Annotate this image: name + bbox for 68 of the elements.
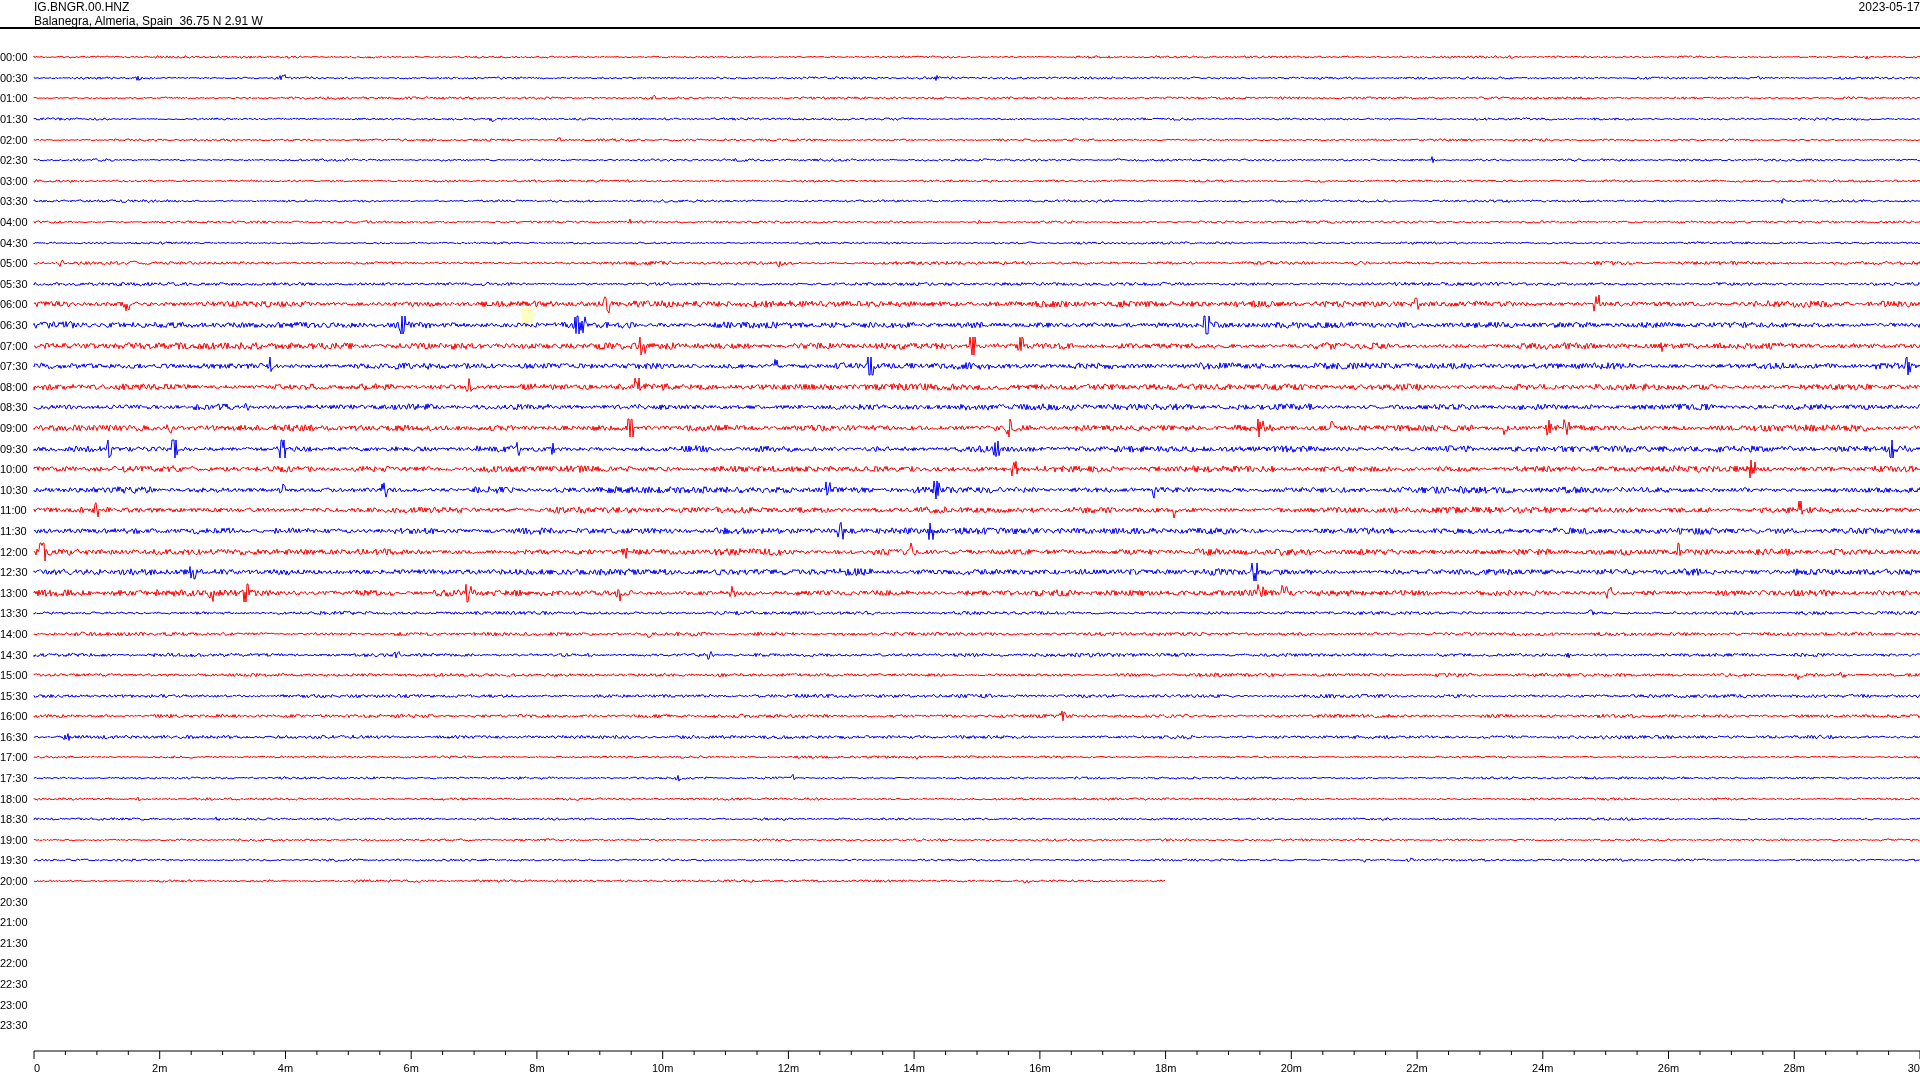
time-label: 12:00: [0, 545, 29, 558]
time-label: 17:00: [0, 751, 29, 764]
time-label: 21:30: [0, 936, 29, 949]
axis-label: 20m: [1280, 1061, 1303, 1074]
time-label: 11:30: [0, 524, 28, 537]
axis-label: 2m: [152, 1061, 168, 1074]
time-label: 06:00: [0, 298, 29, 311]
time-label: 19:00: [0, 833, 29, 846]
time-label: 05:00: [0, 257, 29, 270]
time-label: 08:30: [0, 401, 29, 414]
time-label: 14:00: [0, 627, 29, 640]
time-label: 03:30: [0, 195, 29, 208]
time-label: 21:00: [0, 916, 29, 929]
time-label: 14:30: [0, 648, 29, 661]
time-label: 04:30: [0, 236, 29, 249]
axis-label: 6m: [403, 1061, 419, 1074]
time-label: 03:00: [0, 174, 29, 187]
time-label: 22:30: [0, 978, 29, 990]
time-label: 18:00: [0, 792, 29, 805]
time-label: 05:30: [0, 277, 29, 290]
time-label: 20:00: [0, 875, 29, 888]
time-label: 10:30: [0, 483, 29, 496]
time-label: 23:30: [0, 1019, 29, 1032]
time-label: 13:30: [0, 607, 29, 620]
axis-label: 16m: [1029, 1061, 1051, 1074]
time-label: 23:00: [0, 998, 29, 1011]
time-label: 17:30: [0, 772, 29, 785]
time-label: 00:30: [0, 71, 29, 84]
time-label: 15:30: [0, 689, 29, 702]
axis-label: 18m: [1154, 1061, 1177, 1074]
time-label: 15:00: [0, 669, 29, 682]
axis-label: 30: [1907, 1061, 1920, 1074]
time-label: 07:00: [0, 339, 29, 352]
time-label: 20:30: [0, 895, 29, 908]
time-label: 09:00: [0, 422, 29, 434]
time-label: 11:00: [0, 504, 28, 517]
axis-label: 10m: [651, 1061, 674, 1074]
time-label: 18:30: [0, 813, 29, 826]
time-label: 01:00: [0, 92, 29, 105]
time-label: 08:00: [0, 380, 29, 393]
time-label: 16:30: [0, 730, 29, 743]
time-label: 13:00: [0, 586, 29, 599]
axis-label: 24m: [1532, 1061, 1554, 1074]
time-label: 22:00: [0, 957, 29, 970]
time-label: 02:30: [0, 154, 29, 167]
axis-label: 28m: [1783, 1061, 1805, 1074]
time-label: 02:00: [0, 133, 29, 146]
time-label: 10:00: [0, 463, 29, 476]
axis-label: 4m: [277, 1061, 294, 1074]
highlight-marker: [522, 308, 533, 328]
time-label: 16:00: [0, 710, 29, 723]
time-label: 07:30: [0, 360, 29, 373]
time-label: 04:00: [0, 216, 29, 229]
time-label: 12:30: [0, 566, 29, 579]
date-label: 2023-05-17: [1858, 0, 1920, 16]
time-label: 09:30: [0, 442, 29, 455]
time-label: 01:30: [0, 113, 29, 126]
axis-label: 12m: [777, 1061, 800, 1074]
station-location: Balanegra, Almeria, Spain 36.75 N 2.91 W: [34, 14, 263, 28]
axis-label: 8m: [529, 1061, 545, 1074]
axis-label: 26m: [1657, 1061, 1680, 1074]
station-code: IG.BNGR.00.HNZ: [34, 0, 131, 14]
time-label: 00:00: [0, 51, 29, 64]
time-label: 19:30: [0, 854, 29, 867]
axis-label: 14m: [903, 1061, 925, 1074]
axis-label: 22m: [1406, 1061, 1428, 1074]
time-label: 06:30: [0, 319, 29, 331]
axis-label: 0: [34, 1061, 41, 1074]
